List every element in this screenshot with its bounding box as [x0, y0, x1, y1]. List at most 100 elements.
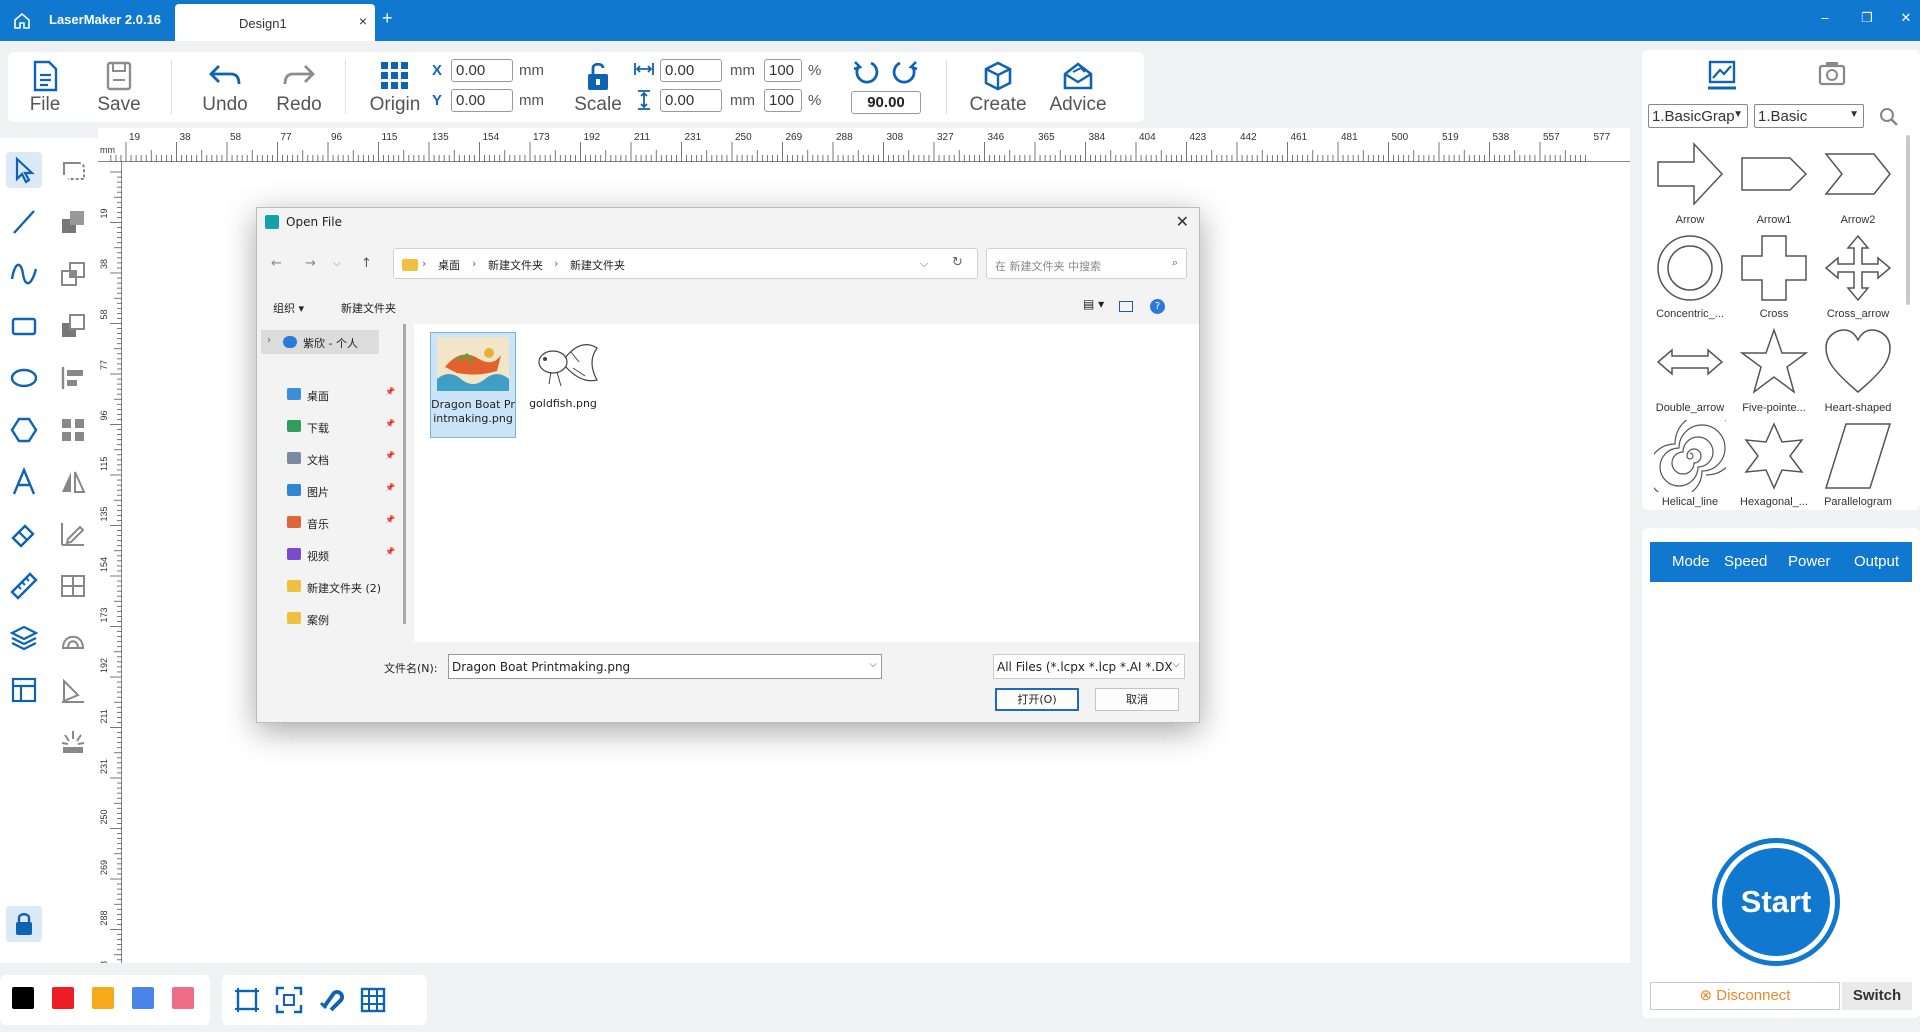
new-tab-button[interactable]: + — [382, 8, 393, 29]
view-options-icon[interactable]: ▤ ▾ — [1083, 297, 1104, 311]
origin-button[interactable]: Origin — [360, 56, 430, 120]
text-tool-icon[interactable] — [6, 464, 42, 500]
subtract-tool-icon[interactable] — [55, 308, 91, 344]
split-tool-icon[interactable] — [55, 568, 91, 604]
redo-button[interactable]: Redo — [264, 56, 334, 120]
shape-concentric-circle[interactable]: Concentric_... — [1648, 232, 1732, 324]
height-input[interactable]: 0.00 — [660, 89, 722, 112]
color-swatch-blue[interactable] — [132, 987, 154, 1009]
organize-menu[interactable]: 组织 ▾ — [273, 300, 304, 316]
intersect-tool-icon[interactable] — [55, 256, 91, 292]
rotate-cw-icon[interactable] — [890, 58, 920, 88]
color-swatch-pink[interactable] — [172, 987, 194, 1009]
shape-hexagonal-star[interactable]: Hexagonal_... — [1732, 420, 1816, 512]
address-dropdown-icon[interactable]: ⌵ — [920, 257, 928, 271]
file-type-select[interactable]: All Files (*.lcpx *.lcp *.AI *.DX ⌵ — [993, 654, 1185, 679]
save-button[interactable]: Save — [84, 56, 154, 120]
height-percent-input[interactable]: 100 — [764, 89, 802, 112]
fit-selection-icon[interactable] — [274, 985, 304, 1015]
shape-double-arrow[interactable]: Double_arrow — [1648, 326, 1732, 418]
layers-tool-icon[interactable] — [6, 620, 42, 656]
trace-tool-icon[interactable] — [55, 620, 91, 656]
mirror-tool-icon[interactable] — [55, 464, 91, 500]
eraser-tool-icon[interactable] — [6, 516, 42, 552]
shape-parallelogram[interactable]: Parallelogram — [1816, 420, 1900, 512]
node-edit-tool-icon[interactable] — [55, 152, 91, 188]
shape-cross[interactable]: Cross — [1732, 232, 1816, 324]
tab-design1[interactable]: Design1 × — [175, 4, 375, 41]
refresh-icon[interactable]: ↻ — [952, 255, 963, 270]
shape-arrow[interactable]: Arrow — [1648, 138, 1732, 230]
minimize-button[interactable]: – — [1815, 10, 1835, 30]
home-icon[interactable] — [12, 11, 32, 31]
shape-five-point-star[interactable]: Five-pointe... — [1732, 326, 1816, 418]
undo-button[interactable]: Undo — [190, 56, 260, 120]
cancel-button[interactable]: 取消 — [1095, 688, 1179, 711]
file-button[interactable]: File — [10, 56, 80, 120]
category-select[interactable]: 1.BasicGrap ▼ — [1648, 104, 1748, 128]
shape-library-tab-icon[interactable] — [1702, 58, 1742, 92]
maximize-button[interactable]: ❐ — [1857, 10, 1877, 30]
rotation-angle-input[interactable]: 90.00 — [851, 91, 921, 114]
preview-pane-icon[interactable] — [1119, 301, 1133, 312]
combine-tool-icon[interactable] — [55, 204, 91, 240]
filename-input[interactable]: Dragon Boat Printmaking.png ⌵ — [448, 654, 882, 679]
shape-panel-scrollbar[interactable] — [1906, 135, 1910, 305]
nav-onedrive[interactable]: › 紫欣 - 个人 — [261, 330, 379, 354]
up-icon[interactable]: ↑ — [361, 256, 372, 271]
layout-tool-icon[interactable] — [6, 672, 42, 708]
address-bar[interactable]: › 桌面 › 新建文件夹 › 新建文件夹 ⌵ ↻ — [393, 248, 978, 279]
line-tool-icon[interactable] — [6, 204, 42, 240]
advice-button[interactable]: Advice — [1043, 56, 1113, 120]
file-item-goldfish[interactable]: goldfish.png — [520, 332, 606, 438]
switch-button[interactable]: Switch — [1842, 982, 1912, 1010]
rectangle-tool-icon[interactable] — [6, 308, 42, 344]
polygon-tool-icon[interactable] — [6, 412, 42, 448]
disconnect-button[interactable]: ⊗ Disconnect — [1650, 982, 1840, 1010]
color-swatch-black[interactable] — [12, 987, 34, 1009]
color-swatch-red[interactable] — [52, 987, 74, 1009]
width-percent-input[interactable]: 100 — [764, 59, 802, 82]
recent-chevron-icon[interactable]: ⌵ — [333, 258, 341, 269]
file-item-dragon-boat[interactable]: Dragon Boat Printmaking.png — [430, 332, 516, 438]
y-position-input[interactable]: 0.00 — [451, 89, 513, 112]
shape-heart[interactable]: Heart-shaped — [1816, 326, 1900, 418]
tab-close-icon[interactable]: × — [359, 13, 367, 29]
nav-scrollbar[interactable] — [403, 324, 406, 624]
create-button[interactable]: Create — [963, 56, 1033, 120]
new-folder-button[interactable]: 新建文件夹 — [341, 300, 396, 316]
shape-arrow2[interactable]: Arrow2 — [1816, 138, 1900, 230]
search-icon[interactable] — [1878, 106, 1900, 128]
breadcrumb-current-folder[interactable]: 新建文件夹 — [570, 257, 625, 273]
scale-lock-button[interactable]: Scale — [563, 56, 633, 120]
help-icon[interactable]: ? — [1150, 299, 1165, 314]
dialog-close-icon[interactable]: ✕ — [1176, 212, 1189, 231]
laser-effect-icon[interactable] — [55, 724, 91, 760]
breadcrumb-folder[interactable]: 新建文件夹 — [488, 257, 543, 273]
lock-icon[interactable] — [6, 906, 42, 942]
measure-tool-icon[interactable] — [6, 568, 42, 604]
grid-icon[interactable] — [358, 985, 388, 1015]
start-button[interactable]: Start — [1712, 838, 1840, 966]
forward-icon[interactable]: → — [305, 256, 316, 271]
width-input[interactable]: 0.00 — [660, 59, 722, 82]
color-swatch-orange[interactable] — [92, 987, 114, 1009]
select-tool-icon[interactable] — [6, 152, 42, 188]
align-tool-icon[interactable] — [55, 360, 91, 396]
shape-arrow1[interactable]: Arrow1 — [1732, 138, 1816, 230]
array-tool-icon[interactable] — [55, 412, 91, 448]
curve-tool-icon[interactable] — [6, 256, 42, 292]
search-input[interactable]: 在 新建文件夹 中搜索 ⌕ — [986, 248, 1187, 279]
shape-helical-line[interactable]: Helical_line — [1648, 420, 1732, 512]
close-window-button[interactable]: ✕ — [1896, 10, 1916, 30]
edit-path-tool-icon[interactable] — [55, 516, 91, 552]
fit-page-icon[interactable] — [232, 985, 262, 1015]
ellipse-tool-icon[interactable] — [6, 360, 42, 396]
shape-cross-arrow[interactable]: Cross_arrow — [1816, 232, 1900, 324]
rotate-ccw-icon[interactable] — [851, 58, 881, 88]
x-position-input[interactable]: 0.00 — [451, 59, 513, 82]
magnet-snap-icon[interactable] — [316, 985, 346, 1015]
open-button[interactable]: 打开(O) — [995, 688, 1079, 711]
subcategory-select[interactable]: 1.Basic ▼ — [1754, 104, 1864, 128]
pen-tool-icon[interactable] — [55, 672, 91, 708]
